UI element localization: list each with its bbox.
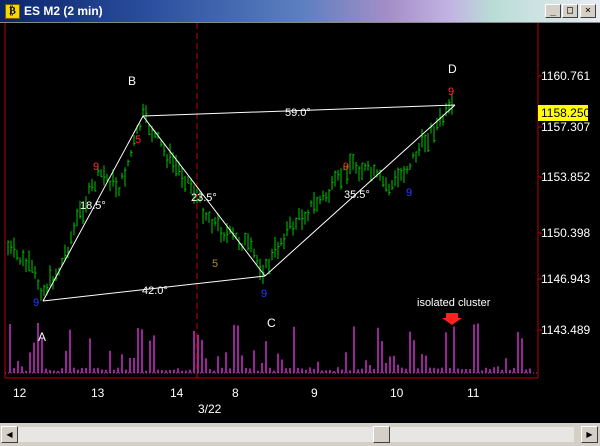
date-label: 3/22 [198, 402, 222, 416]
count-label: 9 [33, 297, 39, 309]
down-arrow-icon [442, 313, 462, 325]
time-axis-labels: 12 13 14 8 9 10 11 3/22 [13, 386, 480, 416]
point-label-d: D [448, 62, 457, 76]
price-bars [7, 93, 454, 301]
time-label: 13 [91, 386, 105, 400]
title-bar: ₿ ES M2 (2 min) _ □ × [0, 0, 600, 23]
count-label: 9 [343, 161, 349, 173]
point-label-a: A [38, 330, 46, 344]
count-label: 5 [135, 134, 141, 146]
time-label: 14 [170, 386, 184, 400]
price-chart[interactable]: 1160.761 1157.307 1153.852 1150.398 1146… [0, 23, 600, 423]
scroll-left-arrow-icon[interactable]: ◀ [1, 426, 18, 443]
annotation-label: isolated cluster [417, 297, 491, 309]
maximize-button[interactable]: □ [562, 4, 578, 18]
price-label: 1160.761 [541, 69, 590, 83]
angle-label: 18.5° [80, 200, 106, 212]
angle-label: 23.5° [191, 192, 217, 204]
minimize-button[interactable]: _ [545, 4, 561, 18]
scroll-track[interactable] [18, 427, 574, 442]
time-label: 12 [13, 386, 27, 400]
window-title: ES M2 (2 min) [24, 4, 103, 18]
time-label: 10 [390, 386, 404, 400]
time-label: 8 [232, 386, 239, 400]
price-label: 1143.489 [541, 323, 590, 337]
scroll-right-arrow-icon[interactable]: ▶ [581, 426, 598, 443]
angle-label: 42.0° [142, 285, 168, 297]
count-label: 9 [406, 187, 412, 199]
price-label: 1146.943 [541, 272, 590, 286]
price-label: 1150.398 [541, 226, 590, 240]
price-label: 1153.852 [541, 170, 590, 184]
horizontal-scrollbar[interactable]: ◀ ▶ [0, 423, 600, 446]
app-icon[interactable]: ₿ [5, 4, 20, 19]
angle-label: 59.0° [285, 107, 311, 119]
count-label: 9 [261, 288, 267, 300]
volume-bars [9, 323, 531, 373]
point-label-b: B [128, 74, 136, 88]
current-price-label: 1158.250 [541, 106, 590, 120]
price-label: 1157.307 [541, 120, 590, 134]
time-label: 9 [311, 386, 318, 400]
chart-area[interactable]: 1160.761 1157.307 1153.852 1150.398 1146… [0, 23, 600, 423]
angle-label: 35.5° [344, 189, 370, 201]
close-button[interactable]: × [580, 4, 596, 18]
point-label-c: C [267, 316, 276, 330]
scroll-thumb[interactable] [373, 426, 390, 443]
time-label: 11 [467, 386, 480, 400]
count-label: 5 [212, 258, 218, 270]
count-label: 9 [93, 161, 99, 173]
count-label: 9 [448, 86, 454, 98]
